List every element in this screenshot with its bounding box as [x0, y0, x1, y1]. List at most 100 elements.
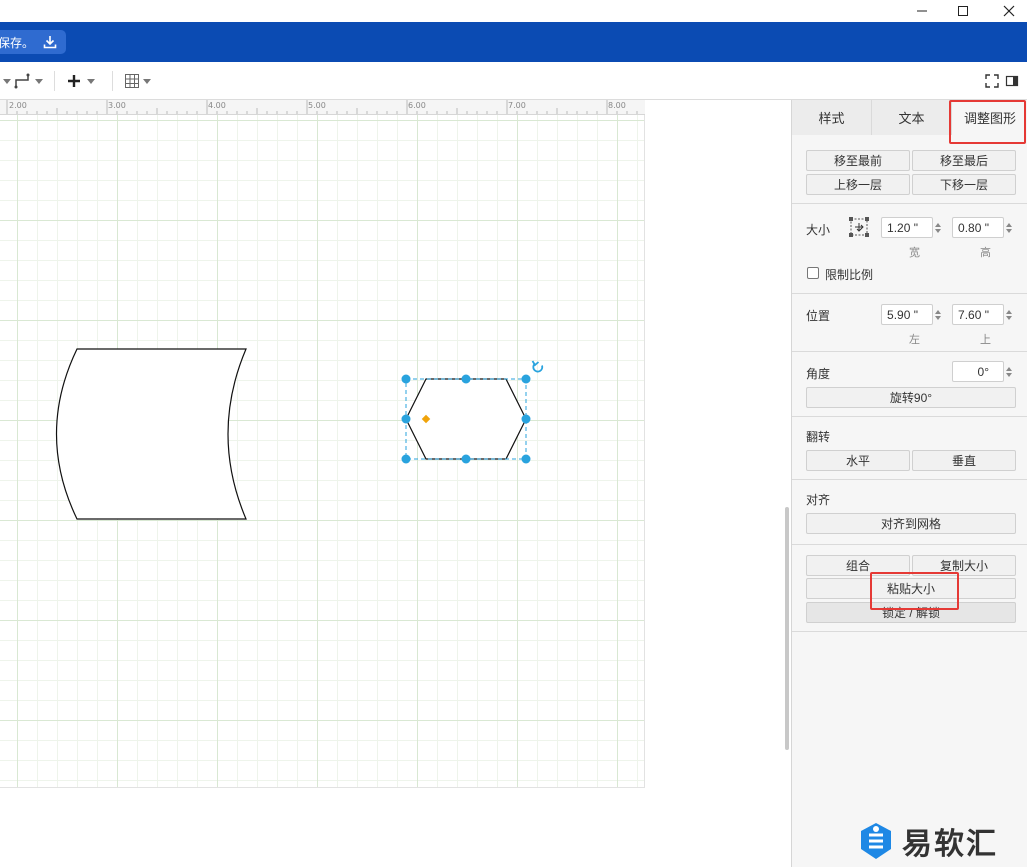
- ruler-label: 6.00: [408, 101, 426, 110]
- bring-forward-button[interactable]: 上移一层: [806, 174, 910, 195]
- connector-icon: [14, 73, 30, 89]
- insert-dropdown[interactable]: [66, 71, 95, 91]
- connector-style-dropdown[interactable]: [14, 71, 43, 91]
- curved-rectangle-shape[interactable]: [55, 348, 247, 520]
- width-caption: 宽: [909, 247, 920, 259]
- save-notice[interactable]: 保存。: [0, 30, 67, 54]
- shapes-layer: [55, 348, 544, 520]
- to-back-button[interactable]: 移至最后: [912, 150, 1016, 171]
- ruler-label: 8.00: [608, 101, 626, 110]
- fullscreen-button[interactable]: [985, 71, 999, 91]
- width-input[interactable]: 1.20 ": [881, 217, 933, 238]
- vertical-scrollbar[interactable]: [785, 507, 789, 750]
- resize-handle[interactable]: [521, 414, 531, 424]
- left-stepper[interactable]: [933, 304, 943, 325]
- tab-arrange[interactable]: 调整图形: [952, 100, 1027, 135]
- size-label: 大小: [806, 223, 831, 237]
- minimize-icon: [917, 10, 927, 12]
- lock-unlock-button[interactable]: 锁定 / 解锁: [806, 602, 1016, 623]
- snap-to-grid-button[interactable]: 对齐到网格: [806, 513, 1016, 534]
- align-section: 对齐 对齐到网格: [792, 480, 1027, 545]
- top-caption: 上: [980, 334, 991, 346]
- height-input[interactable]: 0.80 ": [952, 217, 1004, 238]
- ruler-label: 2.00: [9, 101, 27, 110]
- panel-tabs: 样式 文本 调整图形: [792, 100, 1027, 135]
- paste-size-button[interactable]: 粘贴大小: [806, 578, 1016, 599]
- resize-handle[interactable]: [401, 374, 411, 384]
- ruler-label: 5.00: [308, 101, 326, 110]
- height-stepper[interactable]: [1004, 217, 1014, 238]
- resize-handle[interactable]: [521, 454, 531, 464]
- format-panel: 样式 文本 调整图形 移至最前 移至最后 上移一层 下移一层 大小 1.20 "…: [791, 100, 1027, 867]
- waypoint-dropdown[interactable]: [0, 71, 11, 91]
- angle-section: 角度 0° 旋转90°: [792, 352, 1027, 417]
- app-window: 保存。 2.00 3.00 4.00 5.00 6.00 7.00 8.00 样…: [0, 0, 1027, 867]
- toggle-panel-button[interactable]: [1005, 71, 1019, 91]
- tab-style[interactable]: 样式: [792, 100, 872, 135]
- resize-handle[interactable]: [401, 414, 411, 424]
- left-caption: 左: [909, 334, 920, 346]
- angle-label: 角度: [806, 367, 831, 381]
- fullscreen-icon: [985, 74, 999, 88]
- watermark-text: 易软汇: [902, 827, 998, 862]
- send-backward-button[interactable]: 下移一层: [912, 174, 1016, 195]
- chevron-down-icon: [3, 78, 11, 84]
- maximize-button[interactable]: [940, 0, 986, 22]
- panel-toggle-icon: [1005, 75, 1019, 87]
- title-bar: [0, 0, 1027, 22]
- align-label: 对齐: [806, 493, 831, 507]
- maximize-icon: [958, 6, 968, 16]
- toolbar-divider: [112, 71, 113, 91]
- ruler-label: 7.00: [508, 101, 526, 110]
- rotate-90-button[interactable]: 旋转90°: [806, 387, 1016, 408]
- close-icon: [1003, 5, 1015, 17]
- plus-icon: [68, 75, 80, 87]
- chevron-down-icon: [143, 78, 151, 84]
- copy-size-button[interactable]: 复制大小: [912, 555, 1016, 576]
- group-section: 组合 复制大小 粘贴大小 锁定 / 解锁: [792, 545, 1027, 632]
- close-button[interactable]: [986, 0, 1027, 22]
- position-label: 位置: [806, 309, 831, 323]
- resize-handle[interactable]: [461, 454, 471, 464]
- chevron-down-icon: [35, 78, 43, 84]
- save-banner: 保存。: [0, 22, 1027, 62]
- watermark-logo-icon: [861, 823, 891, 859]
- to-front-button[interactable]: 移至最前: [806, 150, 910, 171]
- ruler-label: 3.00: [108, 101, 126, 110]
- flip-horizontal-button[interactable]: 水平: [806, 450, 910, 471]
- angle-input[interactable]: 0°: [952, 361, 1004, 382]
- toolbar: [0, 62, 1027, 100]
- minimize-button[interactable]: [899, 0, 945, 22]
- table-dropdown[interactable]: [124, 71, 151, 91]
- angle-stepper[interactable]: [1004, 361, 1014, 382]
- toolbar-divider: [54, 71, 55, 91]
- height-caption: 高: [980, 247, 991, 259]
- tab-text[interactable]: 文本: [872, 100, 952, 135]
- left-input[interactable]: 5.90 ": [881, 304, 933, 325]
- save-notice-text: 保存。: [0, 35, 35, 50]
- order-section: 移至最前 移至最后 上移一层 下移一层: [792, 136, 1027, 204]
- ruler-label: 4.00: [208, 101, 226, 110]
- group-button[interactable]: 组合: [806, 555, 910, 576]
- resize-handle[interactable]: [461, 374, 471, 384]
- flip-section: 翻转 水平 垂直: [792, 417, 1027, 480]
- constrain-proportions-checkbox[interactable]: [807, 267, 819, 279]
- rotate-icon[interactable]: [531, 360, 544, 373]
- size-section: 大小 1.20 " 0.80 " 宽 高 限制比例: [792, 204, 1027, 294]
- top-input[interactable]: 7.60 ": [952, 304, 1004, 325]
- diagram-canvas[interactable]: [0, 115, 790, 867]
- resize-handle[interactable]: [521, 374, 531, 384]
- flip-vertical-button[interactable]: 垂直: [912, 450, 1016, 471]
- autosize-icon[interactable]: [848, 216, 870, 238]
- horizontal-ruler: 2.00 3.00 4.00 5.00 6.00 7.00 8.00: [0, 100, 645, 115]
- position-section: 位置 5.90 " 7.60 " 左 上: [792, 294, 1027, 352]
- watermark: 易软汇: [858, 818, 998, 864]
- chevron-down-icon: [87, 78, 95, 84]
- width-stepper[interactable]: [933, 217, 943, 238]
- resize-handle[interactable]: [401, 454, 411, 464]
- constrain-proportions-label: 限制比例: [825, 268, 874, 282]
- top-stepper[interactable]: [1004, 304, 1014, 325]
- download-icon[interactable]: [42, 34, 58, 50]
- table-icon: [125, 74, 139, 88]
- flip-label: 翻转: [806, 430, 831, 444]
